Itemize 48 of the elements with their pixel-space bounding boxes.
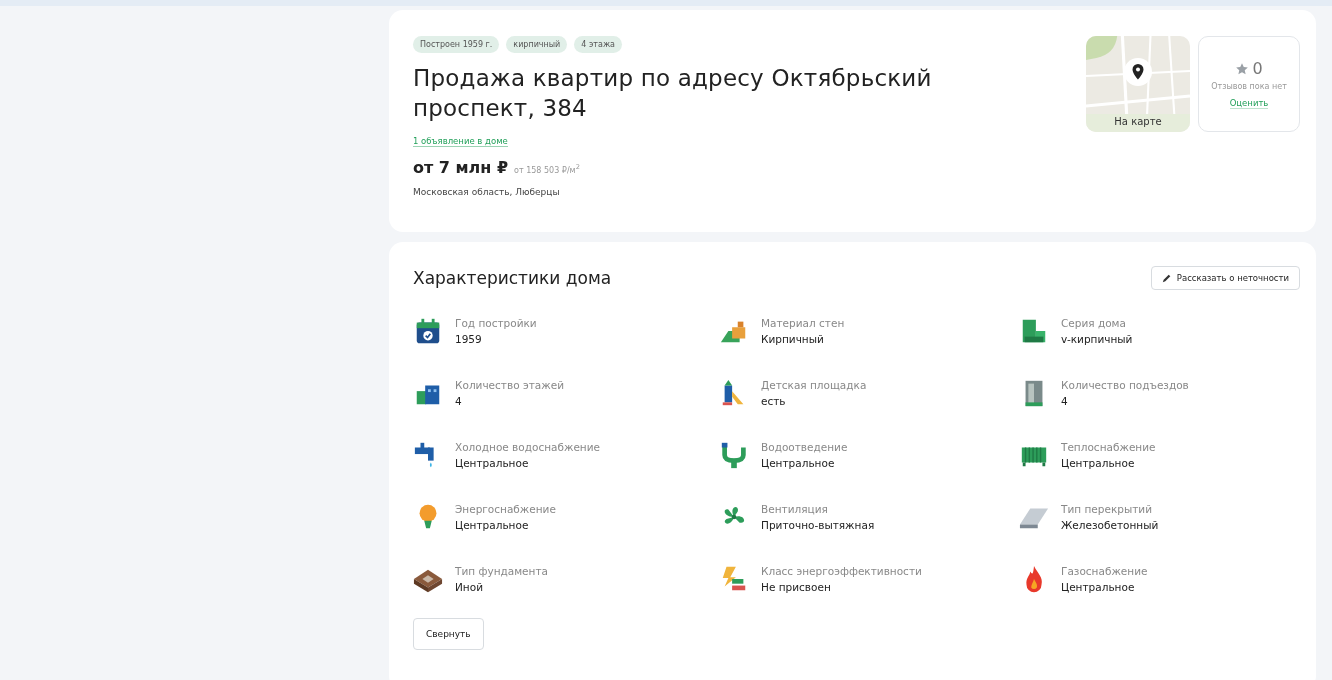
- characteristic-label: Год постройки: [455, 317, 537, 329]
- report-button[interactable]: Рассказать о неточности: [1150, 266, 1300, 290]
- characteristic-label: Детская площадка: [761, 379, 867, 391]
- review-count: 0: [1252, 59, 1263, 78]
- listings-link[interactable]: 1 объявление в доме: [413, 136, 508, 147]
- location: Московская область, Люберцы: [413, 187, 561, 197]
- map-pin-icon: [1124, 58, 1152, 86]
- characteristic-label: Тип перекрытий: [1061, 503, 1153, 515]
- characteristic-label: Тип фундамента: [455, 565, 548, 577]
- characteristic-value: Железобетонный: [1061, 519, 1159, 531]
- characteristic-label: Серия дома: [1061, 317, 1127, 329]
- section-title: Характеристики дома: [413, 268, 612, 288]
- characteristic-value: Иной: [455, 581, 484, 593]
- characteristic-value: Приточно-вытяжная: [761, 519, 875, 531]
- characteristic-label: Водоотведение: [761, 441, 848, 453]
- characteristic-label: Холодное водоснабжение: [455, 441, 600, 453]
- reviews-note: Отзывов пока нет: [1211, 82, 1287, 91]
- tag: Построен 1959 г.: [413, 36, 500, 53]
- characteristic-value: Центральное: [1061, 581, 1136, 593]
- characteristic-label: Количество подъездов: [1061, 379, 1189, 391]
- tag: кирпичный: [506, 36, 568, 53]
- characteristic-value: Центральное: [455, 457, 530, 469]
- characteristic-label: Газоснабжение: [1061, 565, 1148, 577]
- characteristic-label: Теплоснабжение: [1061, 441, 1156, 453]
- characteristic-label: Энергоснабжение: [455, 503, 556, 515]
- price-per-meter: от 158 503 ₽/м$^{2}$: [514, 163, 580, 175]
- characteristic-value: Центральное: [1061, 457, 1136, 469]
- characteristic-value: Не присвоен: [761, 581, 832, 593]
- characteristic-value: 4: [1061, 395, 1069, 407]
- characteristic-label: Материал стен: [761, 317, 845, 329]
- pencil-icon: [1161, 273, 1172, 283]
- characteristic-value: Центральное: [761, 457, 836, 469]
- collapse-button[interactable]: Свернуть: [413, 618, 484, 650]
- characteristic-value: есть: [761, 395, 787, 407]
- characteristic-value: 1959: [455, 333, 483, 345]
- page-title: Продажа квартир по адресу Октябрьский проспект, 384: [413, 64, 933, 123]
- characteristic-label: Вентиляция: [761, 503, 829, 515]
- tag: 4 этажа: [574, 36, 622, 53]
- characteristic-value: Кирпичный: [761, 333, 825, 345]
- price: от 7 млн ₽: [413, 158, 509, 177]
- characteristic-value: Центральное: [455, 519, 530, 531]
- characteristic-label: Количество этажей: [455, 379, 564, 391]
- characteristic-value: 4: [455, 395, 463, 407]
- pipe-icon: [719, 440, 749, 470]
- characteristic-value: v-кирпичный: [1061, 333, 1133, 345]
- star-icon: [1235, 61, 1250, 76]
- characteristic-label: Класс энергоэффективности: [761, 565, 922, 577]
- rate-link[interactable]: Оценить: [1229, 98, 1269, 109]
